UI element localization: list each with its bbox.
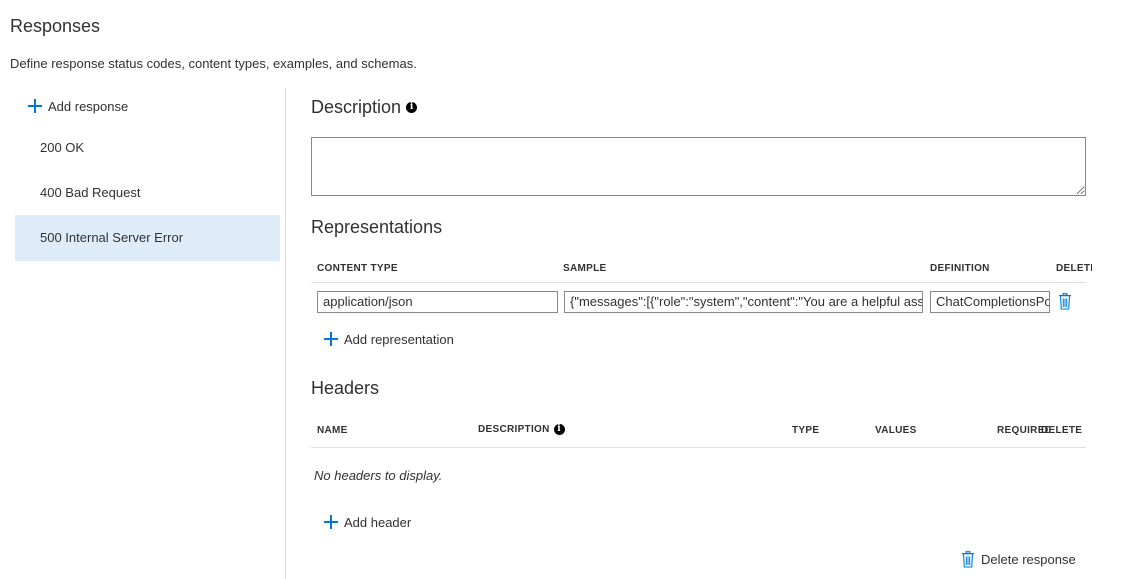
column-header-description: DESCRIPTION i (478, 424, 565, 435)
info-icon[interactable]: i (406, 102, 418, 113)
sidebar-divider (285, 88, 286, 579)
representations-header-rule (311, 282, 1086, 283)
description-heading: Description i (311, 97, 418, 118)
headers-header-rule (311, 447, 1086, 448)
column-header-sample: SAMPLE (563, 263, 607, 274)
add-response-button[interactable]: Add response (28, 96, 128, 116)
plus-icon (324, 515, 338, 529)
description-textarea[interactable] (311, 137, 1086, 196)
column-header-description-label: DESCRIPTION (478, 424, 550, 435)
column-header-delete: DELETE (1056, 263, 1092, 274)
column-header-delete: DELETE (1041, 425, 1083, 436)
plus-icon (28, 99, 42, 113)
sidebar-item-400-bad-request[interactable]: 400 Bad Request (15, 170, 280, 216)
content-type-input[interactable]: application/json (317, 291, 558, 313)
sidebar-item-500-internal-server-error[interactable]: 500 Internal Server Error (15, 215, 280, 261)
empty-headers-text: No headers to display. (314, 468, 443, 483)
sample-input[interactable]: {"messages":[{"role":"system","content":… (564, 291, 923, 313)
headers-heading: Headers (311, 378, 380, 398)
info-icon[interactable]: i (553, 424, 565, 435)
trash-icon (962, 550, 974, 568)
page-title: Responses (10, 16, 101, 36)
add-representation-label: Add representation (344, 331, 454, 347)
column-header-type: TYPE (792, 425, 820, 436)
delete-response-label: Delete response (981, 551, 1076, 567)
column-header-values: VALUES (875, 425, 917, 436)
column-header-content-type: CONTENT TYPE (317, 263, 398, 274)
add-response-label: Add response (48, 98, 129, 114)
description-title: Description (311, 97, 402, 117)
column-header-definition: DEFINITION (930, 263, 990, 274)
representations-heading: Representations (311, 217, 443, 237)
page-subtitle: Define response status codes, content ty… (10, 56, 417, 71)
trash-icon (1059, 293, 1071, 310)
column-header-name: NAME (317, 425, 348, 436)
sidebar-item-200-ok[interactable]: 200 OK (15, 125, 280, 171)
add-header-label: Add header (344, 514, 412, 530)
definition-input[interactable]: ChatCompletionsPo (930, 291, 1050, 313)
delete-response-button[interactable]: Delete response (961, 549, 1076, 569)
plus-icon (324, 332, 338, 346)
add-header-button[interactable]: Add header (324, 512, 411, 532)
delete-representation-button[interactable] (1058, 293, 1072, 315)
add-representation-button[interactable]: Add representation (324, 329, 454, 349)
